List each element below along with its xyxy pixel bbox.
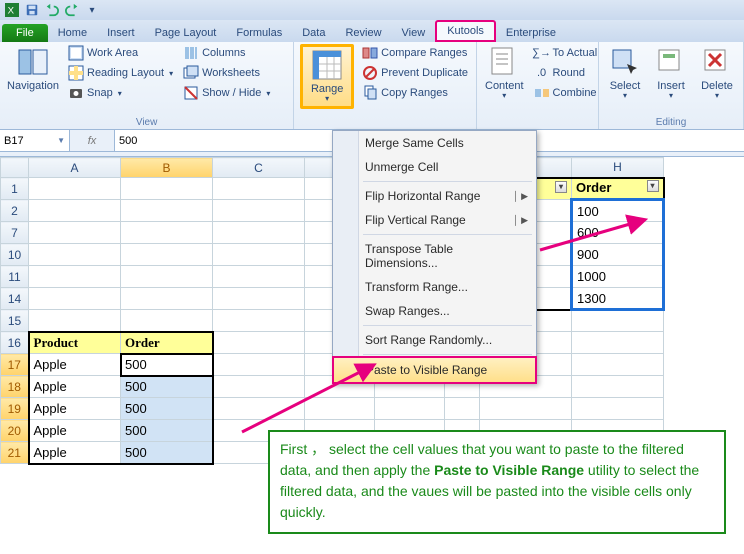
menu-swap[interactable]: Swap Ranges... xyxy=(333,299,536,323)
tab-data[interactable]: Data xyxy=(292,24,335,42)
range-dropdown-icon: ▾ xyxy=(325,95,329,104)
prevent-button[interactable]: Prevent Duplicate xyxy=(360,64,470,82)
row-19[interactable]: 19 xyxy=(1,398,29,420)
combine-icon xyxy=(534,85,550,101)
group-view-label: View xyxy=(0,117,293,128)
delete-icon xyxy=(701,46,733,78)
undo-icon[interactable] xyxy=(44,2,60,18)
row-14[interactable]: 14 xyxy=(1,288,29,310)
row-2[interactable]: 2 xyxy=(1,200,29,222)
cell-B17-active[interactable]: 500 xyxy=(121,354,213,376)
row-20[interactable]: 20 xyxy=(1,420,29,442)
excel-icon: X xyxy=(4,2,20,18)
snap-icon xyxy=(68,85,84,101)
tab-view[interactable]: View xyxy=(392,24,436,42)
snap-button[interactable]: Snap▾ xyxy=(66,84,175,102)
showhide-button[interactable]: Show / Hide▾ xyxy=(181,84,272,102)
menu-transpose[interactable]: Transpose Table Dimensions... xyxy=(333,237,536,275)
columns-icon xyxy=(183,45,199,61)
cell-A16[interactable]: Product xyxy=(29,332,121,354)
worksheets-button[interactable]: Worksheets xyxy=(181,64,272,82)
copy-icon xyxy=(362,85,378,101)
round-button[interactable]: .0Round xyxy=(532,64,600,82)
cell-B16[interactable]: Order xyxy=(121,332,213,354)
navigation-icon xyxy=(17,46,49,78)
col-A[interactable]: A xyxy=(29,158,121,178)
range-icon xyxy=(311,49,343,81)
qat-dropdown-icon[interactable]: ▾ xyxy=(84,2,100,18)
row-17[interactable]: 17 xyxy=(1,354,29,376)
row-11[interactable]: 11 xyxy=(1,266,29,288)
readinglayout-icon xyxy=(68,65,84,81)
ribbon: Navigation Work Area Reading Layout▾ Sna… xyxy=(0,42,744,130)
row-15[interactable]: 15 xyxy=(1,310,29,332)
quick-access-toolbar: X ▾ xyxy=(0,0,744,20)
range-button[interactable]: Range ▾ xyxy=(300,44,354,109)
menu-fliph[interactable]: Flip Horizontal Range│ ▶ xyxy=(333,184,536,208)
menu-flipv[interactable]: Flip Vertical Range│ ▶ xyxy=(333,208,536,232)
worksheets-icon xyxy=(183,65,199,81)
col-C[interactable]: C xyxy=(213,158,305,178)
row-1[interactable]: 1 xyxy=(1,178,29,200)
toactual-button[interactable]: ∑→To Actual xyxy=(532,44,600,62)
workarea-icon xyxy=(68,45,84,61)
round-icon: .0 xyxy=(534,65,550,81)
combine-button[interactable]: Combine xyxy=(532,84,600,102)
redo-icon[interactable] xyxy=(64,2,80,18)
select-button[interactable]: Select▾ xyxy=(605,44,645,103)
cell-H1[interactable]: Order▾ xyxy=(572,178,664,200)
svg-text:X: X xyxy=(8,6,15,17)
fx-label[interactable]: fx xyxy=(70,130,115,151)
group-editing-label: Editing xyxy=(599,117,743,128)
content-icon xyxy=(488,46,520,78)
name-box[interactable]: B17▼ xyxy=(0,130,70,151)
readinglayout-button[interactable]: Reading Layout▾ xyxy=(66,64,175,82)
content-button[interactable]: Content▾ xyxy=(483,44,526,103)
navigation-button[interactable]: Navigation xyxy=(6,44,60,94)
save-icon[interactable] xyxy=(24,2,40,18)
row-18[interactable]: 18 xyxy=(1,376,29,398)
range-dropdown-menu: Merge Same Cells Unmerge Cell Flip Horiz… xyxy=(332,130,537,384)
submenu-icon: │ ▶ xyxy=(513,191,528,202)
tab-file[interactable]: File xyxy=(2,24,48,42)
ribbon-tabs: File Home Insert Page Layout Formulas Da… xyxy=(0,20,744,42)
toactual-icon: ∑→ xyxy=(534,45,550,61)
namebox-dropdown-icon[interactable]: ▼ xyxy=(57,136,65,145)
menu-merge[interactable]: Merge Same Cells xyxy=(333,131,536,155)
insert-button[interactable]: Insert▾ xyxy=(651,44,691,103)
row-16[interactable]: 16 xyxy=(1,332,29,354)
menu-unmerge[interactable]: Unmerge Cell xyxy=(333,155,536,179)
compare-icon xyxy=(362,45,378,61)
delete-button[interactable]: Delete▾ xyxy=(697,44,737,103)
tab-pagelayout[interactable]: Page Layout xyxy=(145,24,227,42)
col-B[interactable]: B xyxy=(121,158,213,178)
row-21[interactable]: 21 xyxy=(1,442,29,464)
filter-icon[interactable]: ▾ xyxy=(555,181,567,193)
showhide-icon xyxy=(183,85,199,101)
instruction-callout: First ， select the cell values that you … xyxy=(268,430,726,534)
tab-home[interactable]: Home xyxy=(48,24,97,42)
tab-enterprise[interactable]: Enterprise xyxy=(496,24,566,42)
menu-transform[interactable]: Transform Range... xyxy=(333,275,536,299)
prevent-icon xyxy=(362,65,378,81)
menu-sort[interactable]: Sort Range Randomly... xyxy=(333,328,536,352)
row-7[interactable]: 7 xyxy=(1,222,29,244)
col-H[interactable]: H xyxy=(572,158,664,178)
submenu-icon: │ ▶ xyxy=(513,215,528,226)
copy-button[interactable]: Copy Ranges xyxy=(360,84,470,102)
row-10[interactable]: 10 xyxy=(1,244,29,266)
tab-insert[interactable]: Insert xyxy=(97,24,145,42)
tab-kutools[interactable]: Kutools xyxy=(435,20,496,42)
compare-button[interactable]: Compare Ranges xyxy=(360,44,470,62)
columns-button[interactable]: Columns xyxy=(181,44,272,62)
menu-paste-visible[interactable]: Paste to Visible Range xyxy=(332,356,537,384)
insert-icon xyxy=(655,46,687,78)
tab-formulas[interactable]: Formulas xyxy=(226,24,292,42)
filter-icon[interactable]: ▾ xyxy=(647,180,659,192)
navigation-label: Navigation xyxy=(7,80,59,92)
workarea-button[interactable]: Work Area xyxy=(66,44,175,62)
select-icon xyxy=(609,46,641,78)
tab-review[interactable]: Review xyxy=(335,24,391,42)
